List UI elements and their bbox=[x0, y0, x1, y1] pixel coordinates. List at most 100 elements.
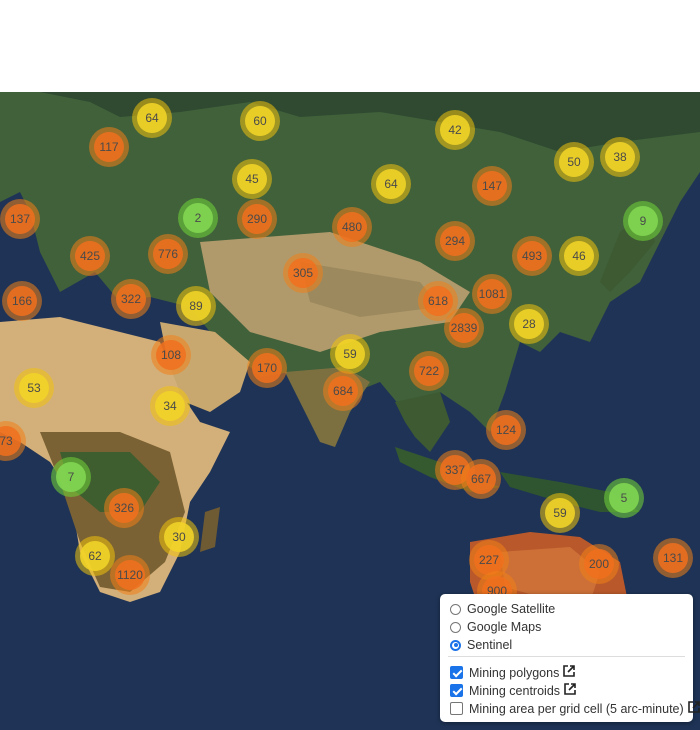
cluster-marker[interactable]: 34 bbox=[150, 386, 190, 426]
cluster-marker[interactable]: 480 bbox=[332, 207, 372, 247]
cluster-marker[interactable]: 28 bbox=[509, 304, 549, 344]
cluster-marker[interactable]: 2 bbox=[178, 198, 218, 238]
external-link-icon[interactable] bbox=[564, 683, 576, 698]
cluster-marker[interactable]: 59 bbox=[330, 334, 370, 374]
cluster-count: 62 bbox=[80, 541, 110, 571]
cluster-marker[interactable]: 166 bbox=[2, 281, 42, 321]
cluster-count: 294 bbox=[440, 226, 470, 256]
cluster-count: 53 bbox=[19, 373, 49, 403]
base-layer-google-satellite[interactable]: Google Satellite bbox=[450, 602, 555, 616]
cluster-marker[interactable]: 290 bbox=[237, 199, 277, 239]
cluster-marker[interactable]: 64 bbox=[371, 164, 411, 204]
cluster-count: 170 bbox=[252, 353, 282, 383]
cluster-marker[interactable]: 60 bbox=[240, 101, 280, 141]
cluster-count: 131 bbox=[658, 543, 688, 573]
radio-google-satellite[interactable] bbox=[450, 603, 461, 615]
cluster-marker[interactable]: 137 bbox=[0, 199, 40, 239]
cluster-count: 124 bbox=[491, 415, 521, 445]
cluster-count: 89 bbox=[181, 291, 211, 321]
base-layer-label: Google Satellite bbox=[467, 602, 556, 616]
base-layer-label: Sentinel bbox=[467, 638, 513, 652]
radio-google-maps[interactable] bbox=[450, 621, 461, 633]
cluster-marker[interactable]: 305 bbox=[283, 253, 323, 293]
checkbox-mining-centroids[interactable] bbox=[450, 684, 463, 697]
cluster-count: 667 bbox=[466, 464, 496, 494]
cluster-count: 30 bbox=[164, 522, 194, 552]
cluster-count: 1120 bbox=[115, 560, 145, 590]
cluster-marker[interactable]: 722 bbox=[409, 351, 449, 391]
cluster-marker[interactable]: 425 bbox=[70, 236, 110, 276]
cluster-count: 108 bbox=[156, 340, 186, 370]
overlay-label: Mining area per grid cell (5 arc-minute) bbox=[469, 701, 684, 716]
cluster-marker[interactable]: 2839 bbox=[444, 308, 484, 348]
cluster-count: 7 bbox=[56, 462, 86, 492]
cluster-marker[interactable]: 53 bbox=[14, 368, 54, 408]
cluster-count: 73 bbox=[0, 426, 21, 456]
cluster-count: 2839 bbox=[449, 313, 479, 343]
layer-separator bbox=[448, 656, 685, 657]
cluster-count: 326 bbox=[109, 493, 139, 523]
cluster-marker[interactable]: 62 bbox=[75, 536, 115, 576]
cluster-marker[interactable]: 124 bbox=[486, 410, 526, 450]
cluster-marker[interactable]: 59 bbox=[540, 493, 580, 533]
cluster-marker[interactable]: 131 bbox=[653, 538, 693, 578]
cluster-marker[interactable]: 667 bbox=[461, 459, 501, 499]
cluster-count: 480 bbox=[337, 212, 367, 242]
cluster-marker[interactable]: 7 bbox=[51, 457, 91, 497]
overlay-mining-centroids[interactable]: Mining centroids bbox=[450, 683, 576, 698]
cluster-count: 59 bbox=[335, 339, 365, 369]
cluster-marker[interactable]: 45 bbox=[232, 159, 272, 199]
cluster-count: 722 bbox=[414, 356, 444, 386]
cluster-marker[interactable]: 684 bbox=[323, 371, 363, 411]
external-link-icon[interactable] bbox=[687, 701, 700, 716]
base-layer-sentinel[interactable]: Sentinel bbox=[450, 638, 512, 652]
cluster-marker[interactable]: 50 bbox=[554, 142, 594, 182]
cluster-marker[interactable]: 294 bbox=[435, 221, 475, 261]
cluster-marker[interactable]: 5 bbox=[604, 478, 644, 518]
cluster-marker[interactable]: 117 bbox=[89, 127, 129, 167]
cluster-marker[interactable]: 170 bbox=[247, 348, 287, 388]
overlay-label: Mining centroids bbox=[469, 683, 561, 698]
radio-sentinel[interactable] bbox=[450, 639, 461, 651]
cluster-count: 290 bbox=[242, 204, 272, 234]
cluster-marker[interactable]: 89 bbox=[176, 286, 216, 326]
cluster-count: 137 bbox=[5, 204, 35, 234]
cluster-count: 5 bbox=[609, 483, 639, 513]
cluster-marker[interactable]: 326 bbox=[104, 488, 144, 528]
cluster-marker[interactable]: 9 bbox=[623, 201, 663, 241]
cluster-marker[interactable]: 42 bbox=[435, 110, 475, 150]
cluster-count: 1081 bbox=[477, 279, 507, 309]
checkbox-mining-area-grid[interactable] bbox=[450, 702, 463, 715]
cluster-count: 200 bbox=[584, 549, 614, 579]
cluster-marker[interactable]: 108 bbox=[151, 335, 191, 375]
base-layer-google-maps[interactable]: Google Maps bbox=[450, 620, 541, 634]
base-layer-label: Google Maps bbox=[467, 620, 542, 634]
cluster-marker[interactable]: 493 bbox=[512, 236, 552, 276]
cluster-marker[interactable]: 147 bbox=[472, 166, 512, 206]
cluster-marker[interactable]: 200 bbox=[579, 544, 619, 584]
cluster-marker[interactable]: 30 bbox=[159, 517, 199, 557]
cluster-count: 64 bbox=[376, 169, 406, 199]
cluster-marker[interactable]: 38 bbox=[600, 137, 640, 177]
cluster-count: 166 bbox=[7, 286, 37, 316]
cluster-count: 117 bbox=[94, 132, 124, 162]
overlay-mining-polygons[interactable]: Mining polygons bbox=[450, 665, 576, 680]
overlay-mining-area-grid[interactable]: Mining area per grid cell (5 arc-minute) bbox=[450, 701, 700, 716]
cluster-marker[interactable]: 776 bbox=[148, 234, 188, 274]
external-link-icon[interactable] bbox=[563, 665, 576, 680]
cluster-count: 322 bbox=[116, 284, 146, 314]
cluster-count: 2 bbox=[183, 203, 213, 233]
cluster-count: 9 bbox=[628, 206, 658, 236]
checkbox-mining-polygons[interactable] bbox=[450, 666, 463, 679]
cluster-count: 618 bbox=[423, 286, 453, 316]
cluster-marker[interactable]: 46 bbox=[559, 236, 599, 276]
cluster-count: 493 bbox=[517, 241, 547, 271]
cluster-marker[interactable]: 322 bbox=[111, 279, 151, 319]
overlay-label: Mining polygons bbox=[469, 665, 560, 680]
cluster-marker[interactable]: 1081 bbox=[472, 274, 512, 314]
cluster-count: 776 bbox=[153, 239, 183, 269]
cluster-count: 38 bbox=[605, 142, 635, 172]
cluster-count: 684 bbox=[328, 376, 358, 406]
cluster-marker[interactable]: 64 bbox=[132, 98, 172, 138]
cluster-marker[interactable]: 1120 bbox=[110, 555, 150, 595]
